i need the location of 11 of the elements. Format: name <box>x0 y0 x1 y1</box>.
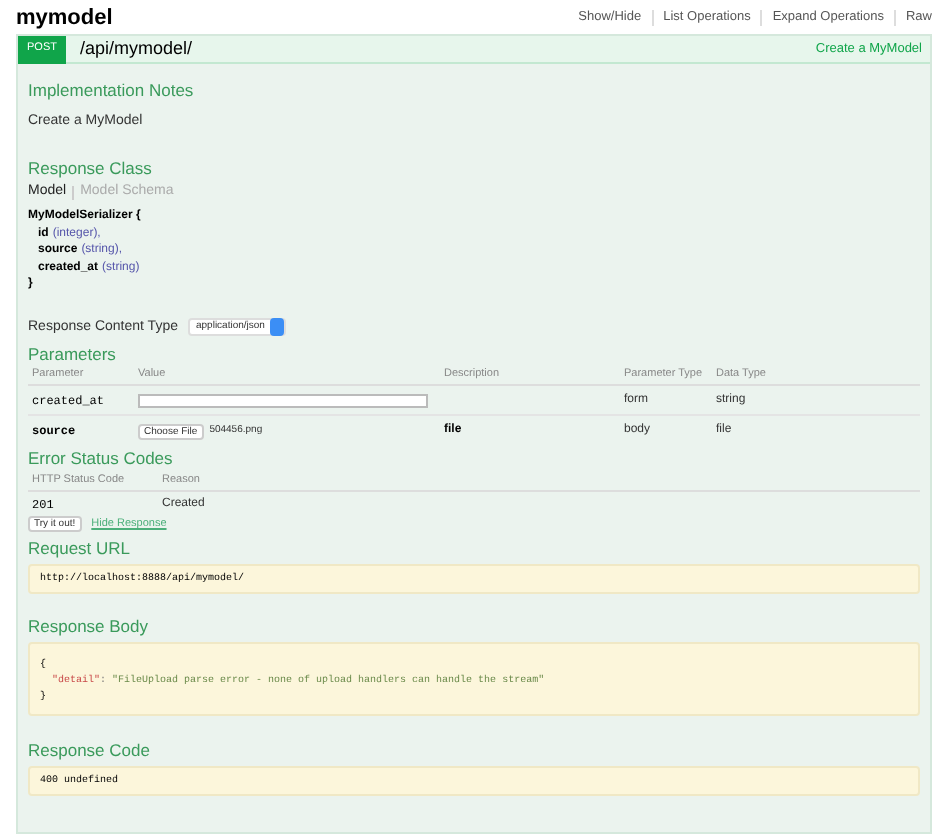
section-heading: Response Body <box>28 616 151 639</box>
section-heading: Response Code <box>28 740 152 763</box>
select-arrows-icon <box>270 318 285 337</box>
endpoint-path[interactable]: /api/mymodel/ <box>80 35 193 63</box>
section-heading: Response Class <box>28 158 154 180</box>
section-heading: Request URL <box>28 538 133 561</box>
section-heading: Error Status Codes <box>28 448 175 470</box>
value-input[interactable] <box>138 393 428 407</box>
section-heading: Implementation Notes <box>28 80 196 102</box>
section-heading: Parameters <box>28 344 118 366</box>
resource-title: mymodel <box>16 3 113 34</box>
